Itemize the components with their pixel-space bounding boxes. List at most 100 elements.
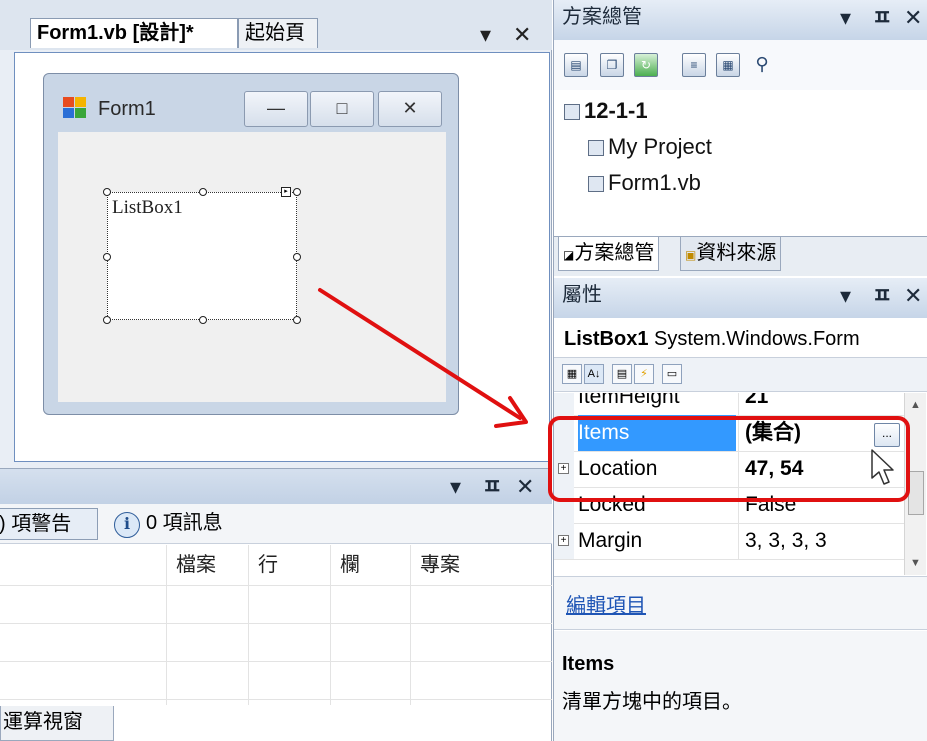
my-project-icon [588, 140, 604, 157]
grid-row-divider [0, 585, 552, 586]
resize-handle-se[interactable] [293, 316, 301, 324]
property-name: ItemHeight [578, 393, 680, 408]
messages-filter-button[interactable]: 0 項訊息 [146, 508, 223, 540]
properties-title: 屬性 [562, 284, 602, 306]
dropdown-icon[interactable]: ▾ [840, 6, 851, 30]
error-list-panel: ▾ ㅍ ✕ ) 項警告 i 0 項訊息 檔案 行 欄 專案 運算視窗 [0, 468, 552, 741]
close-window-button[interactable]: ✕ [378, 91, 442, 127]
close-icon: ✕ [402, 98, 418, 118]
tree-item-label: My Project [608, 134, 712, 159]
object-selector-dropdown[interactable]: ListBox1 System.Windows.Form [554, 322, 927, 358]
close-icon[interactable]: ✕ [516, 475, 534, 499]
project-icon [564, 104, 580, 121]
grid-divider [330, 545, 331, 705]
scroll-thumb[interactable] [908, 471, 924, 515]
properties-icon[interactable]: ▤ [564, 53, 588, 77]
tab-form1-design[interactable]: Form1.vb [設計]* [30, 18, 238, 48]
property-value[interactable]: 21 [738, 393, 904, 415]
grid-row-divider [0, 699, 552, 700]
scroll-up-icon[interactable]: ▲ [910, 399, 921, 411]
resize-handle-w[interactable] [103, 253, 111, 261]
tree-item-label: 12-1-1 [584, 98, 648, 123]
tab-list-dropdown-icon[interactable]: ▾ [480, 24, 491, 46]
column-header-file[interactable]: 檔案 [176, 551, 216, 579]
close-icon[interactable]: ✕ [904, 6, 922, 30]
object-type: System.Windows.Form [654, 328, 860, 350]
properties-description: Items 清單方塊中的項目。 [554, 631, 927, 741]
view-code-icon[interactable]: ≡ [682, 53, 706, 77]
column-header-line[interactable]: 行 [258, 551, 278, 579]
row-gutter: + [554, 523, 574, 559]
properties-header: 屬性 ▾ ㅍ ✕ [554, 278, 927, 318]
tab-data-sources[interactable]: ▣資料來源 [680, 237, 782, 271]
error-list-grid: 檔案 行 欄 專案 [0, 545, 552, 705]
properties-view-icon[interactable]: ▤ [612, 364, 632, 384]
solution-tab-icon: ◪ [563, 248, 575, 262]
mouse-pointer-icon [871, 449, 894, 485]
smart-tag-icon[interactable]: ▸ [281, 187, 291, 197]
solution-explorer-tabs: ◪方案總管 ▣資料來源 [554, 236, 927, 276]
close-icon[interactable]: ✕ [904, 284, 922, 308]
description-title: Items [562, 653, 615, 675]
pin-icon[interactable]: ㅍ [482, 475, 502, 499]
info-icon: i [114, 512, 140, 538]
resize-handle-sw[interactable] [103, 316, 111, 324]
refresh-icon[interactable]: ↻ [634, 53, 658, 77]
resize-handle-n[interactable] [199, 188, 207, 196]
view-designer-icon[interactable]: ▦ [716, 53, 740, 77]
grid-row-divider [0, 661, 552, 662]
property-pages-icon[interactable]: ▭ [662, 364, 682, 384]
pin-icon[interactable]: ㅍ [872, 284, 892, 308]
show-all-files-icon[interactable]: ❐ [600, 53, 624, 77]
tab-label: 資料來源 [696, 242, 777, 264]
class-diagram-icon[interactable]: ⚲ [750, 53, 774, 77]
tree-item-form1-vb[interactable]: Form1.vb [588, 168, 701, 198]
listbox1-control[interactable]: ListBox1 ▸ [103, 187, 301, 324]
alphabetical-icon[interactable]: A↓ [584, 364, 604, 384]
properties-panel: 屬性 ▾ ㅍ ✕ ListBox1 System.Windows.Form ▦ … [553, 278, 927, 741]
error-list-toolbar: ) 項警告 i 0 項訊息 [0, 504, 552, 544]
properties-command-area: 編輯項目 [554, 576, 927, 630]
resize-handle-e[interactable] [293, 253, 301, 261]
tree-item-solution[interactable]: 12-1-1 [564, 96, 648, 126]
expand-icon[interactable]: + [558, 535, 569, 546]
resize-handle-nw[interactable] [103, 188, 111, 196]
tree-item-my-project[interactable]: My Project [588, 132, 712, 162]
minimize-icon: — [267, 98, 285, 118]
form1-window[interactable]: Form1 — □ ✕ ListBox1 ▸ [43, 73, 459, 415]
document-tab-strip: Form1.vb [設計]* 起始頁 ▾ ✕ [0, 0, 552, 50]
maximize-icon: □ [336, 98, 348, 118]
properties-toolbar: ▦ A↓ ▤ ⚡ ▭ [554, 358, 927, 392]
categorized-icon[interactable]: ▦ [562, 364, 582, 384]
solution-explorer-panel: 方案總管 ▾ ㅍ ✕ ▤ ❐ ↻ ≡ ▦ ⚲ 12-1-1 My Project… [553, 0, 927, 278]
warnings-filter-button[interactable]: ) 項警告 [0, 508, 98, 540]
tab-solution-explorer[interactable]: ◪方案總管 [558, 237, 660, 271]
dropdown-icon[interactable]: ▾ [450, 475, 461, 499]
close-tab-icon[interactable]: ✕ [513, 24, 531, 46]
data-source-icon: ▣ [685, 248, 697, 262]
tab-immediate-window[interactable]: 運算視窗 [0, 706, 114, 741]
property-row-itemheight[interactable]: ItemHeight 21 [554, 393, 904, 416]
edit-items-link[interactable]: 編輯項目 [566, 589, 646, 618]
grid-divider [410, 545, 411, 705]
pin-icon[interactable]: ㅍ [872, 6, 892, 30]
row-gutter [554, 393, 574, 415]
tree-item-label: Form1.vb [608, 170, 701, 195]
minimize-button[interactable]: — [244, 91, 308, 127]
column-header-column[interactable]: 欄 [340, 551, 360, 579]
form1-titlebar[interactable]: Form1 — □ ✕ [44, 74, 458, 130]
maximize-button[interactable]: □ [310, 91, 374, 127]
tab-start-page[interactable]: 起始頁 [238, 18, 318, 48]
scroll-down-icon[interactable]: ▼ [910, 557, 921, 569]
dropdown-icon[interactable]: ▾ [840, 284, 851, 308]
column-header-project[interactable]: 專案 [420, 551, 460, 579]
property-value[interactable]: 3, 3, 3, 3 [738, 523, 904, 559]
resize-handle-ne[interactable] [293, 188, 301, 196]
resize-handle-s[interactable] [199, 316, 207, 324]
events-icon[interactable]: ⚡ [634, 364, 654, 384]
tab-label: 方案總管 [574, 242, 655, 264]
form-file-icon [588, 176, 604, 193]
grid-divider [248, 545, 249, 705]
property-row-margin[interactable]: + Margin 3, 3, 3, 3 [554, 523, 904, 560]
grid-divider [166, 545, 167, 705]
